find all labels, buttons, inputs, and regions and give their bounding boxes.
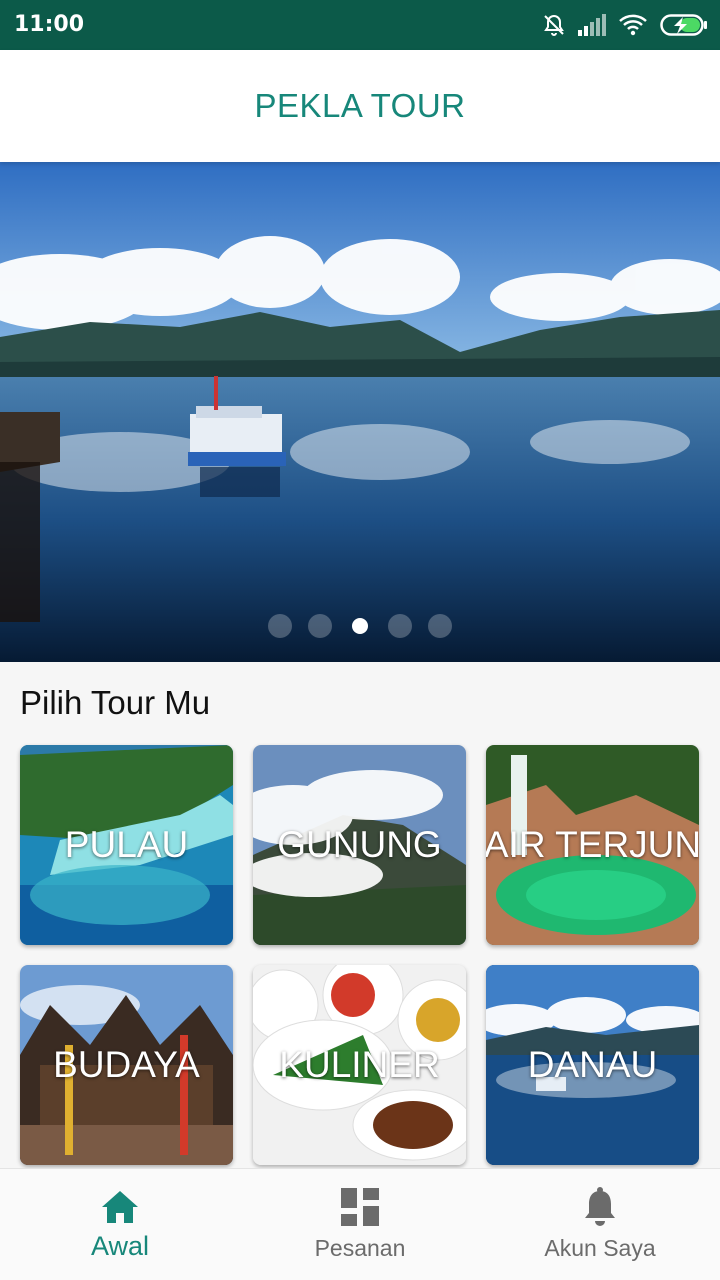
nav-label: Pesanan [314, 1235, 406, 1261]
bottom-nav: Awal Pesanan Akun Saya [0, 1168, 720, 1280]
bell-off-icon [544, 14, 564, 36]
status-icons [542, 12, 708, 38]
category-label: KULINER [279, 1044, 440, 1085]
status-bar: 11:00 [0, 0, 720, 50]
signal-icon [578, 14, 606, 36]
category-card-kuliner[interactable]: KULINER [253, 965, 466, 1165]
category-card-air-terjun[interactable]: AIR TERJUN [486, 745, 699, 945]
status-time: 11:00 [14, 12, 85, 37]
carousel-dot[interactable] [428, 614, 452, 638]
category-card-gunung[interactable]: GUNUNG [253, 745, 466, 945]
carousel-dot[interactable] [268, 614, 292, 638]
carousel-dots [0, 614, 720, 638]
nav-label: Awal [90, 1231, 150, 1261]
category-label: BUDAYA [53, 1044, 200, 1085]
app-bar: PEKLA TOUR [0, 50, 720, 162]
nav-label: Akun Saya [544, 1235, 656, 1261]
lake-boat-image [0, 162, 720, 662]
category-card-danau[interactable]: DANAU [486, 965, 699, 1165]
nav-item-awal[interactable]: Awal [0, 1169, 240, 1280]
bell-icon [585, 1187, 615, 1226]
category-card-pulau[interactable]: PULAU [20, 745, 233, 945]
home-icon [102, 1191, 138, 1223]
battery-charging-icon [660, 14, 707, 36]
nav-item-pesanan[interactable]: Pesanan [240, 1169, 480, 1280]
section-title: Pilih Tour Mu [20, 684, 211, 721]
carousel-dot[interactable] [352, 618, 368, 634]
category-label: PULAU [64, 824, 189, 865]
category-label: DANAU [527, 1044, 658, 1085]
carousel-dot[interactable] [308, 614, 332, 638]
app-title: PEKLA TOUR [254, 87, 466, 124]
nav-item-akun-saya[interactable]: Akun Saya [480, 1169, 720, 1280]
dashboard-icon [341, 1188, 379, 1226]
category-label: AIR TERJUN [486, 824, 699, 865]
carousel-dot[interactable] [388, 614, 412, 638]
wifi-icon [619, 14, 647, 36]
hero-carousel[interactable] [0, 162, 720, 662]
category-label: GUNUNG [277, 824, 442, 865]
category-card-budaya[interactable]: BUDAYA [20, 965, 233, 1165]
